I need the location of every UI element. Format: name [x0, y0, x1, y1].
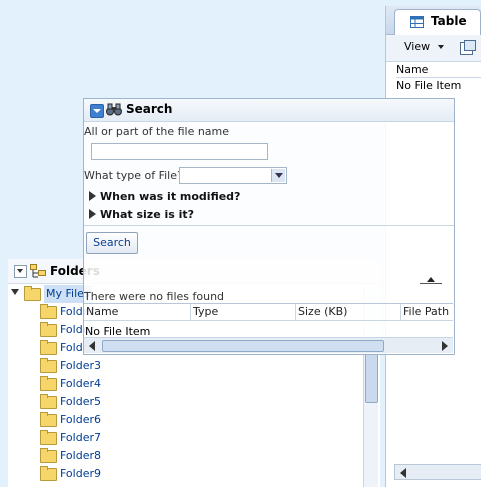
scroll-left-icon[interactable] — [89, 341, 95, 351]
collapse-search-icon[interactable] — [90, 104, 104, 118]
collapse-results-icon[interactable] — [420, 277, 442, 292]
tree-item-label: Folder9 — [60, 467, 101, 480]
table-tabbar: Table — [386, 6, 481, 35]
collapse-panel-icon[interactable] — [14, 265, 27, 278]
tree-item-label: Folder5 — [60, 395, 101, 408]
scroll-right-icon[interactable] — [442, 341, 448, 351]
search-button[interactable]: Search — [86, 232, 138, 254]
folder-tree-icon — [30, 264, 46, 278]
scrollbar-thumb[interactable] — [102, 340, 384, 352]
expand-triangle-icon — [89, 209, 96, 219]
folder-icon — [40, 448, 57, 463]
table-column-name[interactable]: Name — [396, 63, 481, 78]
results-horizontal-scrollbar[interactable] — [84, 337, 453, 353]
search-panel-header: Search — [84, 99, 454, 122]
tab-table-label: Table — [431, 14, 467, 28]
folder-icon — [40, 466, 57, 481]
divider — [84, 225, 454, 226]
chevron-down-icon — [437, 45, 444, 49]
folder-icon — [24, 286, 41, 301]
column-header-type[interactable]: Type — [191, 304, 296, 320]
folder-icon — [40, 376, 57, 391]
filetype-label: What type of File? — [84, 169, 183, 182]
filename-label: All or part of the file name — [84, 125, 230, 138]
scroll-left-icon[interactable] — [400, 468, 406, 478]
folder-icon — [40, 412, 57, 427]
results-table: Name Type Size (KB) File Path No File It… — [84, 303, 453, 340]
column-header-name[interactable]: Name — [84, 304, 191, 320]
table-horizontal-scrollbar[interactable] — [394, 464, 481, 480]
column-header-size[interactable]: Size (KB) — [296, 304, 401, 320]
chevron-down-icon[interactable] — [271, 169, 285, 182]
tab-table[interactable]: Table — [394, 9, 481, 35]
filetype-select[interactable] — [179, 167, 287, 184]
size-disclosure[interactable]: What size is it? — [89, 208, 194, 221]
folder-icon — [40, 394, 57, 409]
tree-item-label: Folder4 — [60, 377, 101, 390]
expand-myfiles-icon[interactable] — [11, 289, 19, 295]
folder-icon — [40, 430, 57, 445]
folder-icon — [40, 358, 57, 373]
table-empty-text: No File Item — [396, 79, 462, 92]
folder-icon — [40, 304, 57, 319]
filename-input[interactable] — [91, 143, 268, 160]
tree-item-label: Folder8 — [60, 449, 101, 462]
table-icon — [410, 16, 424, 28]
detach-icon[interactable] — [460, 40, 476, 55]
expand-triangle-icon — [89, 191, 96, 201]
view-menu[interactable]: View — [404, 40, 444, 53]
folder-icon — [40, 340, 57, 355]
folder-icon — [40, 322, 57, 337]
column-header-file-path[interactable]: File Path — [401, 304, 453, 320]
search-panel-title: Search — [126, 102, 173, 116]
binoculars-icon — [106, 103, 122, 116]
results-status: There were no files found — [84, 290, 225, 303]
modified-disclosure-label: When was it modified? — [100, 190, 241, 203]
scrollbar-thumb[interactable] — [365, 349, 378, 403]
tree-item-label: Folder6 — [60, 413, 101, 426]
table-toolbar: View — [386, 35, 481, 62]
view-menu-label: View — [404, 40, 431, 53]
modified-disclosure[interactable]: When was it modified? — [89, 190, 240, 203]
size-disclosure-label: What size is it? — [100, 208, 195, 221]
tree-item-label: Folder7 — [60, 431, 101, 444]
header-divider — [84, 320, 453, 321]
tree-item-label: Folder3 — [60, 359, 101, 372]
search-panel: Search All or part of the file name What… — [83, 98, 455, 355]
